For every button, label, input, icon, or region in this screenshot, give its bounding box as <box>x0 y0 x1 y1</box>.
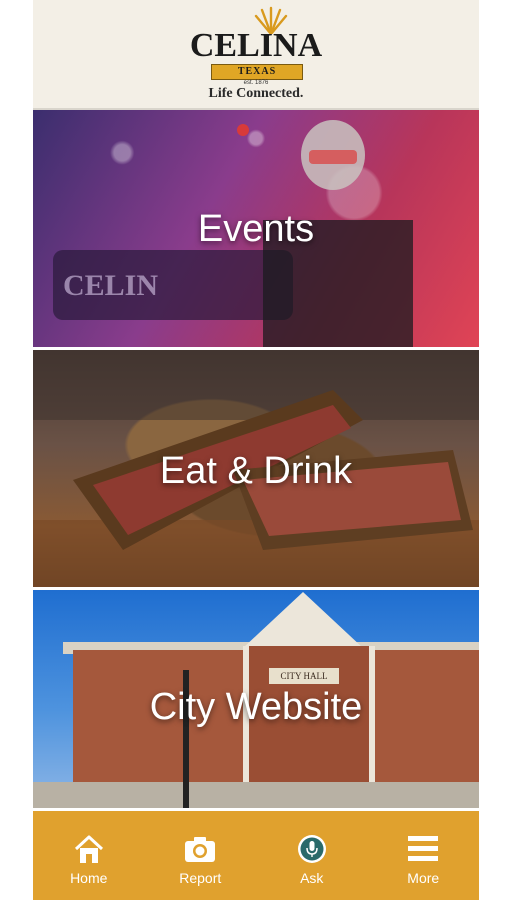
wheat-icon <box>254 6 288 34</box>
eat-drink-tile[interactable]: Eat & Drink <box>33 350 479 587</box>
nav-ask[interactable]: Ask <box>256 811 368 900</box>
nav-more-label: More <box>407 870 440 886</box>
events-tile[interactable]: CELIN Events <box>33 110 479 347</box>
events-label: Events <box>197 208 315 250</box>
logo-banner: TEXAS <box>211 64 303 80</box>
city-website-tile[interactable]: CITY HALL City Website <box>33 590 479 808</box>
bottom-nav: Home Report Ask More <box>33 811 479 900</box>
nav-home-label: Home <box>70 870 108 886</box>
city-hall-plaque: CITY HALL <box>269 668 339 684</box>
camera-icon <box>185 837 216 862</box>
city-website-label: City Website <box>149 686 363 728</box>
microphone-icon <box>297 835 326 863</box>
nav-report[interactable]: Report <box>145 811 257 900</box>
app-header: CELINA TEXAS est. 1876 Life Connected. <box>33 0 479 110</box>
celina-logo: CELINA TEXAS est. 1876 <box>33 6 479 86</box>
nav-ask-label: Ask <box>300 870 324 886</box>
svg-text:CELIN: CELIN <box>63 269 158 302</box>
nav-home[interactable]: Home <box>33 811 145 900</box>
tagline: Life Connected. <box>208 86 304 101</box>
nav-more[interactable]: More <box>368 811 480 900</box>
app-screen: CELINA TEXAS est. 1876 Life Connected. C… <box>33 0 479 900</box>
home-icon <box>74 835 103 863</box>
nav-report-label: Report <box>179 870 222 886</box>
eat-drink-label: Eat & Drink <box>159 450 353 492</box>
hamburger-menu-icon <box>408 836 439 861</box>
